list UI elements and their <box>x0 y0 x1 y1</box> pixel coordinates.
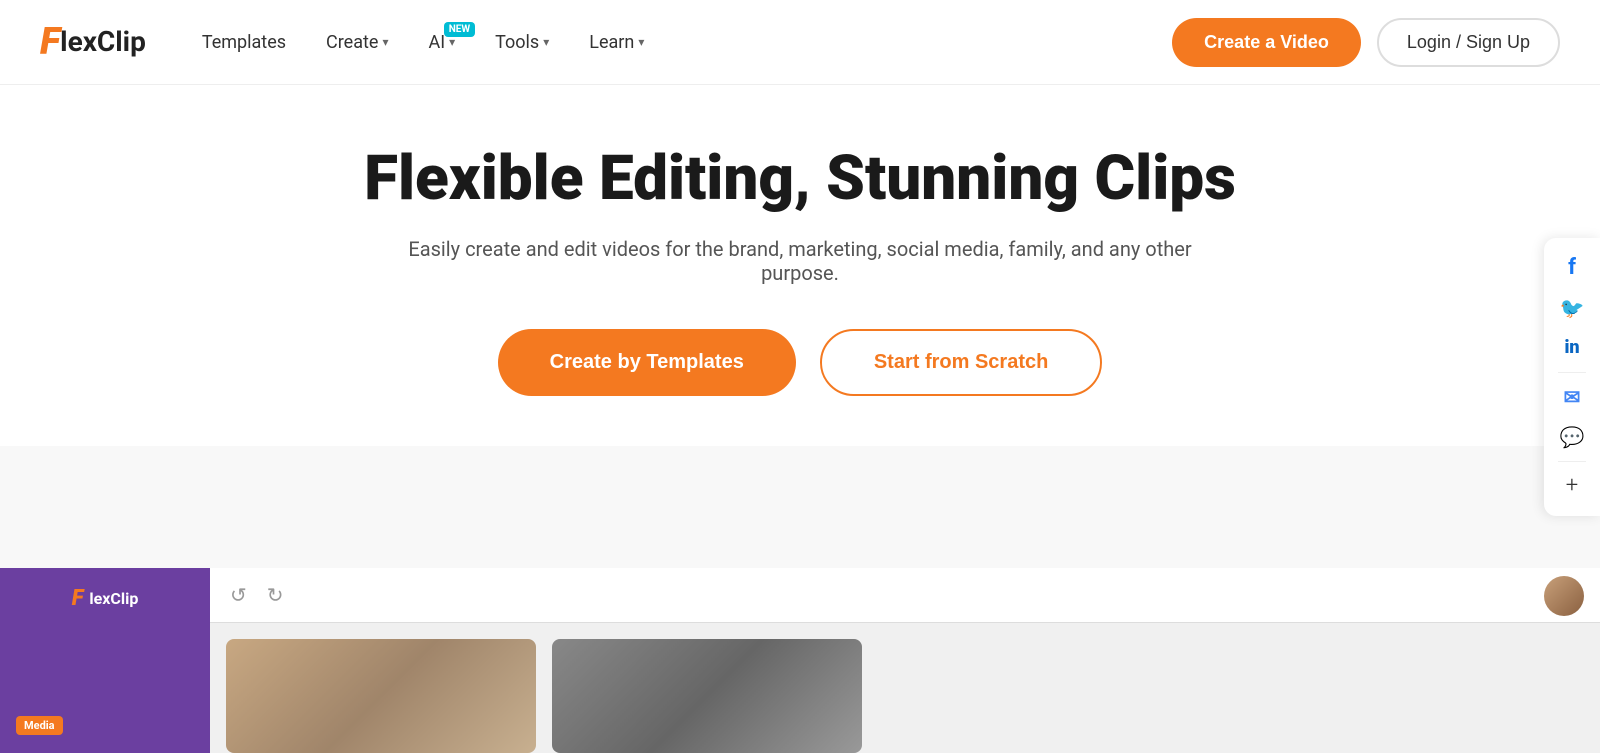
create-video-button[interactable]: Create a Video <box>1172 18 1361 67</box>
hero-section: Flexible Editing, Stunning Clips Easily … <box>0 85 1600 446</box>
start-scratch-button[interactable]: Start from Scratch <box>820 329 1103 396</box>
nav-links: Templates Create ▾ AI NEW ▾ Tools ▾ Lear… <box>186 24 1172 61</box>
editor-logo-f: F <box>72 586 84 611</box>
social-divider <box>1558 372 1586 373</box>
logo[interactable]: F lexClip <box>40 23 146 61</box>
create-templates-button[interactable]: Create by Templates <box>498 329 796 396</box>
social-sidebar: f 🐦 in ✉ 💬 + <box>1544 238 1600 516</box>
preview-thumbnail-2[interactable] <box>552 639 862 753</box>
navbar: F lexClip Templates Create ▾ AI NEW ▾ To… <box>0 0 1600 85</box>
nav-actions: Create a Video Login / Sign Up <box>1172 18 1560 67</box>
ai-new-badge: NEW <box>444 22 475 37</box>
nav-ai[interactable]: AI NEW ▾ <box>412 24 471 61</box>
undo-icon[interactable]: ↺ <box>230 583 247 607</box>
create-chevron-icon: ▾ <box>382 35 388 49</box>
hero-title: Flexible Editing, Stunning Clips <box>20 145 1580 213</box>
editor-logo-text: lexClip <box>89 589 138 608</box>
nav-templates[interactable]: Templates <box>186 24 302 61</box>
nav-tools[interactable]: Tools ▾ <box>479 24 565 61</box>
redo-icon[interactable]: ↻ <box>267 583 284 607</box>
hero-subtitle: Easily create and edit videos for the br… <box>400 237 1200 285</box>
facebook-icon[interactable]: f <box>1554 250 1590 286</box>
nav-learn[interactable]: Learn ▾ <box>573 24 660 61</box>
editor-content <box>210 623 1600 753</box>
preview-thumbnail-1[interactable] <box>226 639 536 753</box>
user-avatar <box>1544 576 1584 616</box>
editor-media-label[interactable]: Media <box>16 716 63 735</box>
linkedin-icon[interactable]: in <box>1554 330 1590 366</box>
email-icon[interactable]: ✉ <box>1554 379 1590 415</box>
ai-chevron-icon: ▾ <box>449 35 455 49</box>
nav-create[interactable]: Create ▾ <box>310 24 404 61</box>
logo-rest: lexClip <box>60 28 146 56</box>
editor-logo: F lexClip <box>72 586 139 611</box>
learn-chevron-icon: ▾ <box>638 35 644 49</box>
expand-icon[interactable]: + <box>1554 468 1590 504</box>
editor-preview: F lexClip Media ↺ ↻ <box>0 568 1600 753</box>
twitter-icon[interactable]: 🐦 <box>1554 290 1590 326</box>
logo-f: F <box>40 23 60 61</box>
tools-chevron-icon: ▾ <box>543 35 549 49</box>
login-button[interactable]: Login / Sign Up <box>1377 18 1560 67</box>
social-divider-2 <box>1558 461 1586 462</box>
hero-buttons: Create by Templates Start from Scratch <box>20 329 1580 396</box>
chat-icon[interactable]: 💬 <box>1554 419 1590 455</box>
editor-sidebar: F lexClip Media <box>0 568 210 753</box>
editor-toolbar: ↺ ↻ <box>210 568 1600 623</box>
